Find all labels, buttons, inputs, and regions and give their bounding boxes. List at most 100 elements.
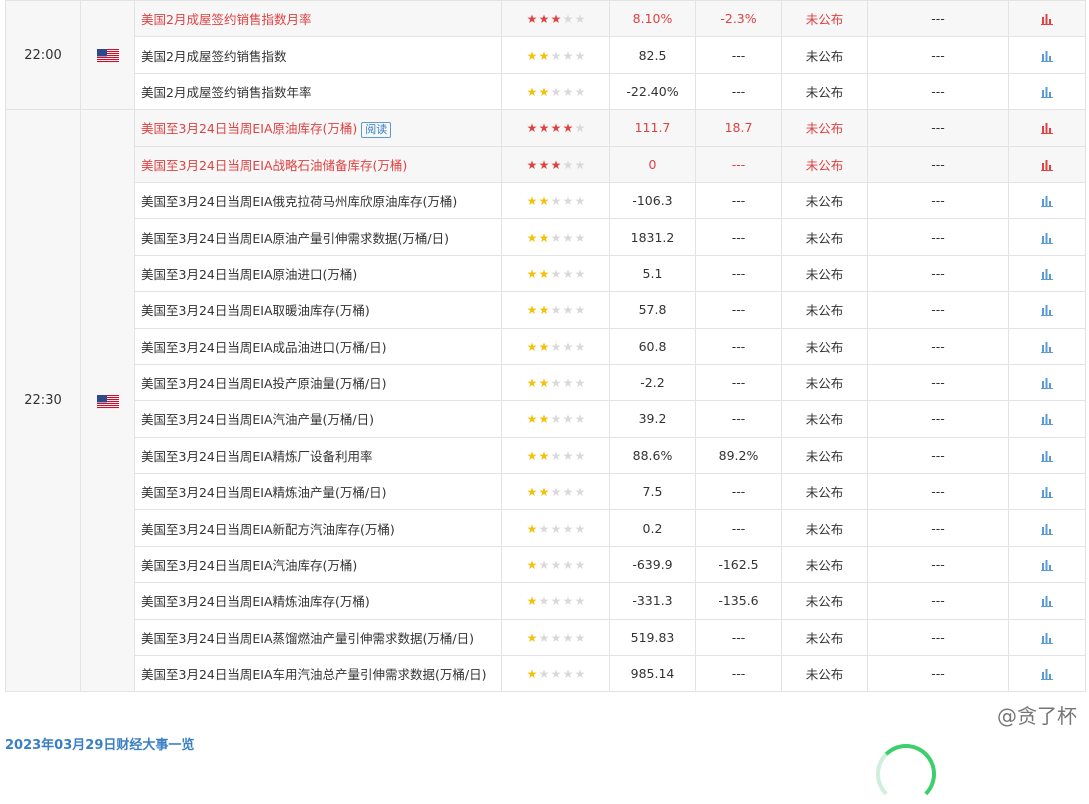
importance-cell: ★ ★ ★ ★ ★ (501, 509, 610, 547)
chart-icon[interactable] (1041, 414, 1053, 426)
chart-cell[interactable] (1008, 291, 1086, 329)
indicator-name[interactable]: 美国至3月24日当周EIA蒸馏燃油产量引伸需求数据(万桶/日) (141, 631, 474, 646)
star-icon: ★ (538, 485, 550, 500)
indicator-name[interactable]: 美国2月成屋签约销售指数年率 (141, 85, 311, 100)
star-icon: ★ (538, 376, 550, 391)
indicator-name[interactable]: 美国至3月24日当周EIA车用汽油总产量引伸需求数据(万桶/日) (141, 667, 486, 682)
chart-icon[interactable] (1041, 159, 1053, 171)
chart-cell[interactable] (1008, 254, 1086, 293)
importance-stars: ★ ★ ★ ★ ★ (526, 121, 586, 135)
calendar-body: 22:00 美国2月成屋签约销售指数月率 ★ ★ ★ ★ ★ 8.10% -2.3% 未公布 ---… (5, 0, 1086, 693)
chart-cell[interactable] (1008, 436, 1086, 475)
chart-cell[interactable] (1008, 36, 1086, 74)
indicator-name[interactable]: 美国至3月24日当周EIA原油库存(万桶) (141, 121, 357, 136)
indicator-name[interactable]: 美国至3月24日当周EIA汽油产量(万桶/日) (141, 412, 374, 427)
chart-icon[interactable] (1041, 523, 1053, 535)
chart-icon[interactable] (1041, 487, 1053, 499)
star-icon: ★ (526, 485, 538, 500)
table-row: 22:00 美国2月成屋签约销售指数月率 ★ ★ ★ ★ ★ 8.10% -2.3% 未公布 --- (5, 0, 1086, 111)
indicator-name[interactable]: 美国至3月24日当周EIA精炼油库存(万桶) (141, 594, 370, 609)
chart-cell[interactable] (1008, 0, 1086, 38)
importance-cell: ★ ★ ★ ★ ★ (501, 655, 610, 693)
chart-icon[interactable] (1041, 378, 1053, 390)
chart-icon[interactable] (1041, 86, 1053, 98)
star-icon: ★ (538, 558, 550, 573)
read-tag[interactable]: 阅读 (361, 121, 392, 138)
importance-cell: ★ ★ ★ ★ ★ (501, 400, 610, 438)
indicator-name[interactable]: 美国至3月24日当周EIA汽油库存(万桶) (141, 558, 357, 573)
importance-cell: ★ ★ ★ ★ ★ (501, 545, 610, 584)
chart-cell[interactable] (1008, 509, 1086, 547)
chart-cell[interactable] (1008, 181, 1086, 220)
time-cell: 22:00 (5, 0, 81, 111)
indicator-name[interactable]: 美国至3月24日当周EIA投产原油量(万桶/日) (141, 376, 386, 391)
indicator-name[interactable]: 美国至3月24日当周EIA新配方汽油库存(万桶) (141, 522, 395, 537)
actual-value: 未公布 (781, 36, 868, 74)
actual-value: 未公布 (781, 181, 868, 220)
star-icon: ★ (550, 485, 562, 500)
chart-cell[interactable] (1008, 618, 1086, 657)
chart-icon[interactable] (1041, 632, 1053, 644)
chart-icon[interactable] (1041, 50, 1053, 62)
indicator-name[interactable]: 美国2月成屋签约销售指数 (141, 49, 286, 64)
star-icon: ★ (550, 376, 562, 391)
indicator-name[interactable]: 美国至3月24日当周EIA原油进口(万桶) (141, 267, 357, 282)
chart-cell[interactable] (1008, 145, 1086, 183)
indicator-name-cell: 美国至3月24日当周EIA俄克拉荷马州库欣原油库存(万桶) (134, 181, 502, 220)
chart-icon[interactable] (1041, 669, 1053, 681)
actual-value: 未公布 (781, 618, 868, 657)
importance-stars: ★ ★ ★ ★ ★ (526, 267, 586, 281)
chart-cell[interactable] (1008, 327, 1086, 365)
impact-value: --- (867, 0, 1009, 38)
chart-icon[interactable] (1041, 560, 1053, 572)
chart-icon[interactable] (1041, 123, 1053, 135)
indicator-name-cell: 美国2月成屋签约销售指数月率 (134, 0, 502, 38)
star-icon: ★ (538, 448, 550, 463)
star-icon: ★ (538, 48, 550, 63)
chart-icon[interactable] (1041, 341, 1053, 353)
chart-cell[interactable] (1008, 72, 1086, 111)
indicator-name[interactable]: 美国至3月24日当周EIA原油产量引伸需求数据(万桶/日) (141, 231, 449, 246)
star-icon: ★ (526, 339, 538, 354)
indicator-name-cell: 美国至3月24日当周EIA原油产量引伸需求数据(万桶/日) (134, 218, 502, 256)
chart-cell[interactable] (1008, 582, 1086, 620)
chart-cell[interactable] (1008, 473, 1086, 511)
chart-cell[interactable] (1008, 655, 1086, 693)
indicator-name[interactable]: 美国2月成屋签约销售指数月率 (141, 12, 311, 27)
forecast-value: --- (695, 618, 782, 657)
indicator-name[interactable]: 美国至3月24日当周EIA俄克拉荷马州库欣原油库存(万桶) (141, 194, 457, 209)
star-icon: ★ (526, 521, 538, 536)
table-row: 美国至3月24日当周EIA战略石油储备库存(万桶) ★ ★ ★ ★ ★ 0 --- 未公布 --- (5, 145, 1086, 183)
chart-cell[interactable] (1008, 400, 1086, 438)
chart-icon[interactable] (1041, 14, 1053, 26)
star-icon: ★ (526, 630, 538, 645)
actual-value: 未公布 (781, 72, 868, 111)
importance-cell: ★ ★ ★ ★ ★ (501, 327, 610, 365)
star-icon: ★ (562, 376, 574, 391)
chart-icon[interactable] (1041, 268, 1053, 280)
indicator-name[interactable]: 美国至3月24日当周EIA取暖油库存(万桶) (141, 303, 370, 318)
chart-cell[interactable] (1008, 363, 1086, 402)
chart-icon[interactable] (1041, 450, 1053, 462)
indicator-name[interactable]: 美国至3月24日当周EIA精炼油产量(万桶/日) (141, 485, 386, 500)
chart-icon[interactable] (1041, 196, 1053, 208)
table-row: 美国至3月24日当周EIA原油产量引伸需求数据(万桶/日) ★ ★ ★ ★ ★ 1831.2… (6, 218, 1086, 256)
indicator-name-cell: 美国至3月24日当周EIA蒸馏燃油产量引伸需求数据(万桶/日) (134, 618, 502, 657)
indicator-name[interactable]: 美国至3月24日当周EIA成品油进口(万桶/日) (141, 340, 386, 355)
chart-cell[interactable] (1008, 218, 1086, 256)
chart-icon[interactable] (1041, 596, 1053, 608)
chart-icon[interactable] (1041, 232, 1053, 244)
chart-cell[interactable] (1008, 109, 1086, 147)
indicator-name[interactable]: 美国至3月24日当周EIA精炼厂设备利用率 (141, 449, 373, 464)
star-icon: ★ (574, 266, 586, 281)
chart-cell[interactable] (1008, 545, 1086, 584)
star-icon: ★ (526, 667, 538, 682)
impact-value: --- (867, 400, 1009, 438)
us-flag-icon (96, 48, 119, 63)
indicator-name[interactable]: 美国至3月24日当周EIA战略石油储备库存(万桶) (141, 158, 407, 173)
chart-icon[interactable] (1041, 305, 1053, 317)
star-icon: ★ (574, 630, 586, 645)
daily-events-link[interactable]: 2023年03月29日财经大事一览 (5, 734, 194, 753)
star-icon: ★ (538, 412, 550, 427)
star-icon: ★ (550, 521, 562, 536)
